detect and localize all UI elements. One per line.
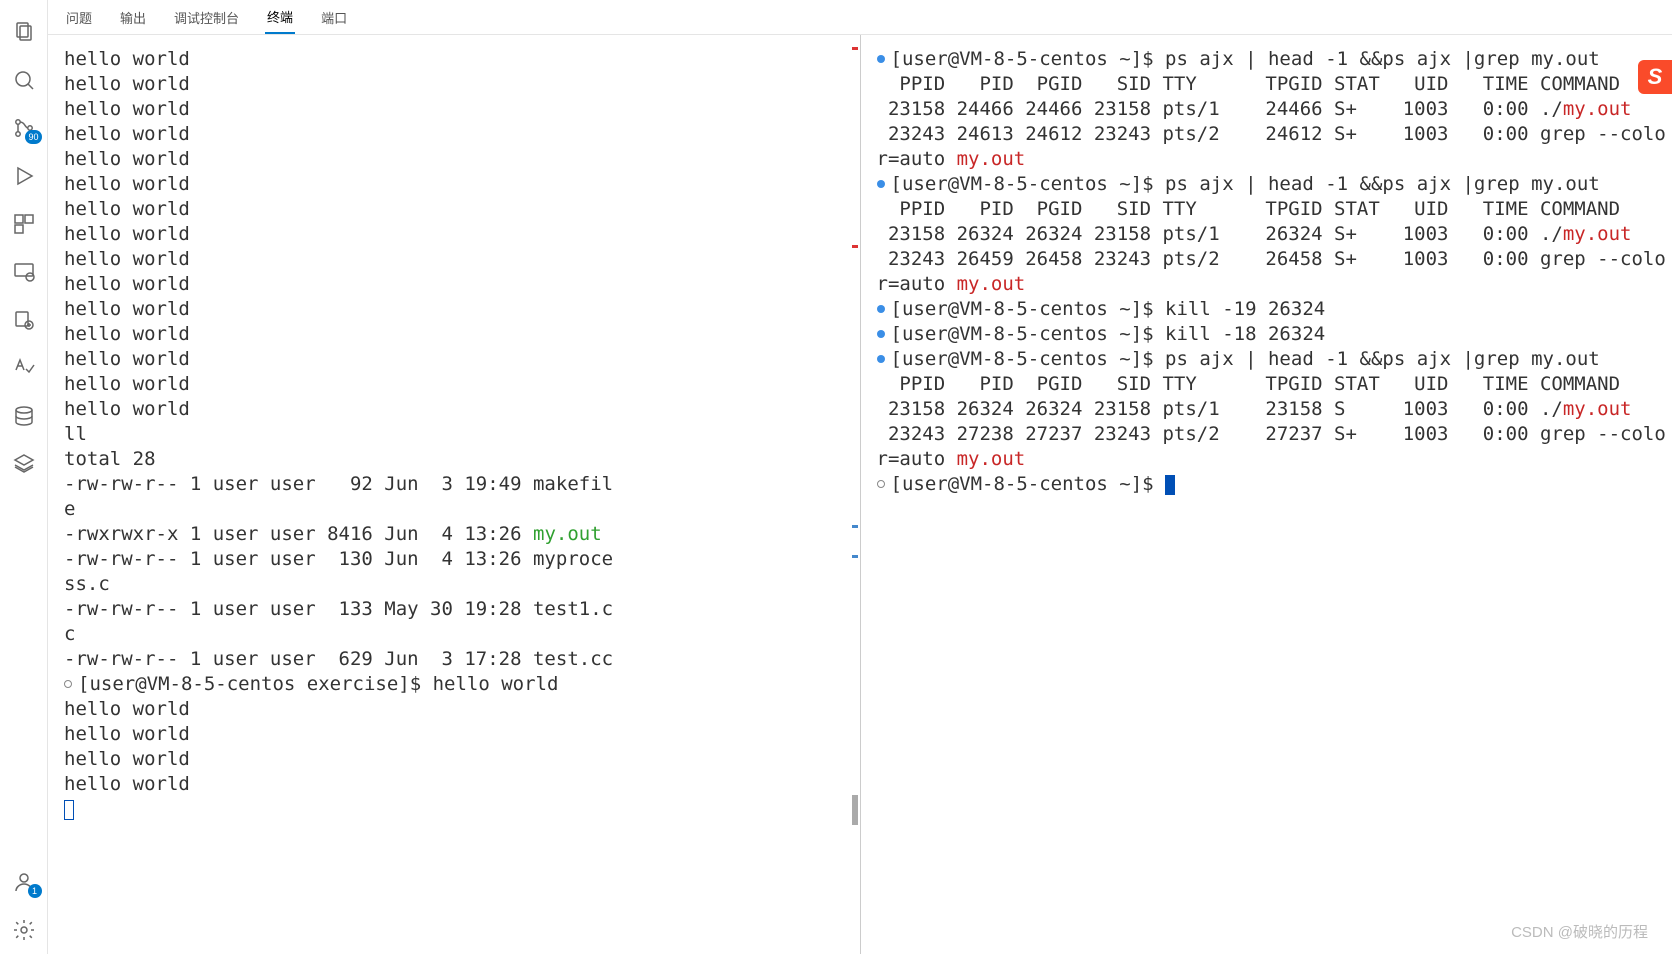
prompt-bullet-icon bbox=[877, 330, 885, 338]
ps-row: 23243 26459 26458 23243 pts/2 26458 S+ 1… bbox=[877, 247, 1665, 272]
term-prompt: [user@VM-8-5-centos ~]$ ps ajx | head -1… bbox=[877, 172, 1665, 197]
ps-row: r=auto my.out bbox=[877, 447, 1665, 472]
ps-header: PPID PID PGID SID TTY TPGID STAT UID TIM… bbox=[877, 197, 1665, 222]
term-line: hello world bbox=[64, 697, 852, 722]
match-highlight: my.out bbox=[1563, 223, 1632, 245]
term-line: hello world bbox=[64, 747, 852, 772]
extensions-icon[interactable] bbox=[0, 200, 48, 248]
term-line: hello world bbox=[64, 372, 852, 397]
term-prompt: [user@VM-8-5-centos exercise]$ hello wor… bbox=[64, 672, 852, 697]
term-line: hello world bbox=[64, 272, 852, 297]
term-line: hello world bbox=[64, 47, 852, 72]
term-prompt: [user@VM-8-5-centos ~]$ bbox=[877, 472, 1665, 497]
cursor-block-icon bbox=[1165, 475, 1175, 495]
layers-icon[interactable] bbox=[0, 440, 48, 488]
term-line: hello world bbox=[64, 222, 852, 247]
remote-explorer-icon[interactable] bbox=[0, 248, 48, 296]
source-control-icon[interactable]: 90 bbox=[0, 104, 48, 152]
docker-settings-icon[interactable] bbox=[0, 296, 48, 344]
term-line: hello world bbox=[64, 147, 852, 172]
prompt-bullet-icon bbox=[877, 355, 885, 363]
term-line: hello world bbox=[64, 347, 852, 372]
prompt-bullet-icon bbox=[877, 480, 885, 488]
ps-row: 23158 24466 24466 23158 pts/1 24466 S+ 1… bbox=[877, 97, 1665, 122]
database-icon[interactable] bbox=[0, 392, 48, 440]
search-icon[interactable] bbox=[0, 56, 48, 104]
term-line: hello world bbox=[64, 322, 852, 347]
term-line: ll bbox=[64, 422, 852, 447]
tab-debug-console[interactable]: 调试控制台 bbox=[172, 2, 241, 33]
executable-file: my.out bbox=[533, 523, 602, 545]
prompt-bullet-icon bbox=[877, 305, 885, 313]
term-line: -rw-rw-r-- 1 user user 130 Jun 4 13:26 m… bbox=[64, 547, 852, 572]
main-area: 问题 输出 调试控制台 终端 端口 hello worldhello world… bbox=[48, 0, 1672, 954]
terminal-right[interactable]: [user@VM-8-5-centos ~]$ ps ajx | head -1… bbox=[861, 35, 1672, 954]
term-line: hello world bbox=[64, 397, 852, 422]
match-highlight: my.out bbox=[957, 148, 1026, 170]
prompt-bullet-icon bbox=[877, 180, 885, 188]
minimap-marker bbox=[852, 555, 858, 558]
activity-bar: 90 1 bbox=[0, 0, 48, 954]
spellcheck-icon[interactable] bbox=[0, 344, 48, 392]
ps-header: PPID PID PGID SID TTY TPGID STAT UID TIM… bbox=[877, 372, 1665, 397]
explorer-icon[interactable] bbox=[0, 8, 48, 56]
ps-row: 23158 26324 26324 23158 pts/1 23158 S 10… bbox=[877, 397, 1665, 422]
accounts-icon[interactable]: 1 bbox=[0, 858, 48, 906]
panel-tabs: 问题 输出 调试控制台 终端 端口 bbox=[48, 0, 1672, 35]
term-line: hello world bbox=[64, 772, 852, 797]
minimap-marker bbox=[852, 245, 858, 248]
term-line: hello world bbox=[64, 172, 852, 197]
match-highlight: my.out bbox=[957, 273, 1026, 295]
term-line: hello world bbox=[64, 72, 852, 97]
minimap-marker bbox=[852, 47, 858, 50]
minimap-marker bbox=[852, 525, 858, 528]
term-line: total 28 bbox=[64, 447, 852, 472]
prompt-bullet-icon bbox=[877, 55, 885, 63]
match-highlight: my.out bbox=[957, 448, 1026, 470]
prompt-bullet-icon bbox=[64, 680, 72, 688]
term-line: ss.c bbox=[64, 572, 852, 597]
scm-badge: 90 bbox=[25, 130, 41, 144]
ps-header: PPID PID PGID SID TTY TPGID STAT UID TIM… bbox=[877, 72, 1665, 97]
sogou-ime-icon[interactable]: S bbox=[1638, 60, 1672, 94]
term-line: -rw-rw-r-- 1 user user 133 May 30 19:28 … bbox=[64, 597, 852, 622]
terminal-left[interactable]: hello worldhello worldhello worldhello w… bbox=[48, 35, 861, 954]
ps-row: 23243 24613 24612 23243 pts/2 24612 S+ 1… bbox=[877, 122, 1665, 147]
accounts-badge: 1 bbox=[28, 884, 42, 898]
term-prompt: [user@VM-8-5-centos ~]$ kill -19 26324 bbox=[877, 297, 1665, 322]
cursor-outline-icon bbox=[64, 800, 74, 820]
term-line: -rwxrwxr-x 1 user user 8416 Jun 4 13:26 … bbox=[64, 522, 852, 547]
term-line: hello world bbox=[64, 197, 852, 222]
tab-problems[interactable]: 问题 bbox=[64, 2, 94, 33]
ps-row: r=auto my.out bbox=[877, 272, 1665, 297]
settings-gear-icon[interactable] bbox=[0, 906, 48, 954]
term-line: hello world bbox=[64, 297, 852, 322]
match-highlight: my.out bbox=[1563, 98, 1632, 120]
watermark: CSDN @破晓的历程 bbox=[1511, 921, 1648, 942]
tab-terminal[interactable]: 终端 bbox=[265, 1, 295, 34]
term-prompt: [user@VM-8-5-centos ~]$ kill -18 26324 bbox=[877, 322, 1665, 347]
term-prompt: [user@VM-8-5-centos ~]$ ps ajx | head -1… bbox=[877, 47, 1665, 72]
term-prompt: [user@VM-8-5-centos ~]$ ps ajx | head -1… bbox=[877, 347, 1665, 372]
scrollbar-thumb[interactable] bbox=[852, 795, 858, 825]
match-highlight: my.out bbox=[1563, 398, 1632, 420]
ps-row: r=auto my.out bbox=[877, 147, 1665, 172]
term-line: c bbox=[64, 622, 852, 647]
ps-row: 23158 26324 26324 23158 pts/1 26324 S+ 1… bbox=[877, 222, 1665, 247]
tab-ports[interactable]: 端口 bbox=[319, 2, 349, 33]
term-line: -rw-rw-r-- 1 user user 92 Jun 3 19:49 ma… bbox=[64, 472, 852, 497]
term-line: hello world bbox=[64, 247, 852, 272]
term-line: hello world bbox=[64, 122, 852, 147]
term-line: hello world bbox=[64, 97, 852, 122]
term-line: -rw-rw-r-- 1 user user 629 Jun 3 17:28 t… bbox=[64, 647, 852, 672]
run-debug-icon[interactable] bbox=[0, 152, 48, 200]
term-line: e bbox=[64, 497, 852, 522]
ps-row: 23243 27238 27237 23243 pts/2 27237 S+ 1… bbox=[877, 422, 1665, 447]
tab-output[interactable]: 输出 bbox=[118, 2, 148, 33]
term-line: hello world bbox=[64, 722, 852, 747]
